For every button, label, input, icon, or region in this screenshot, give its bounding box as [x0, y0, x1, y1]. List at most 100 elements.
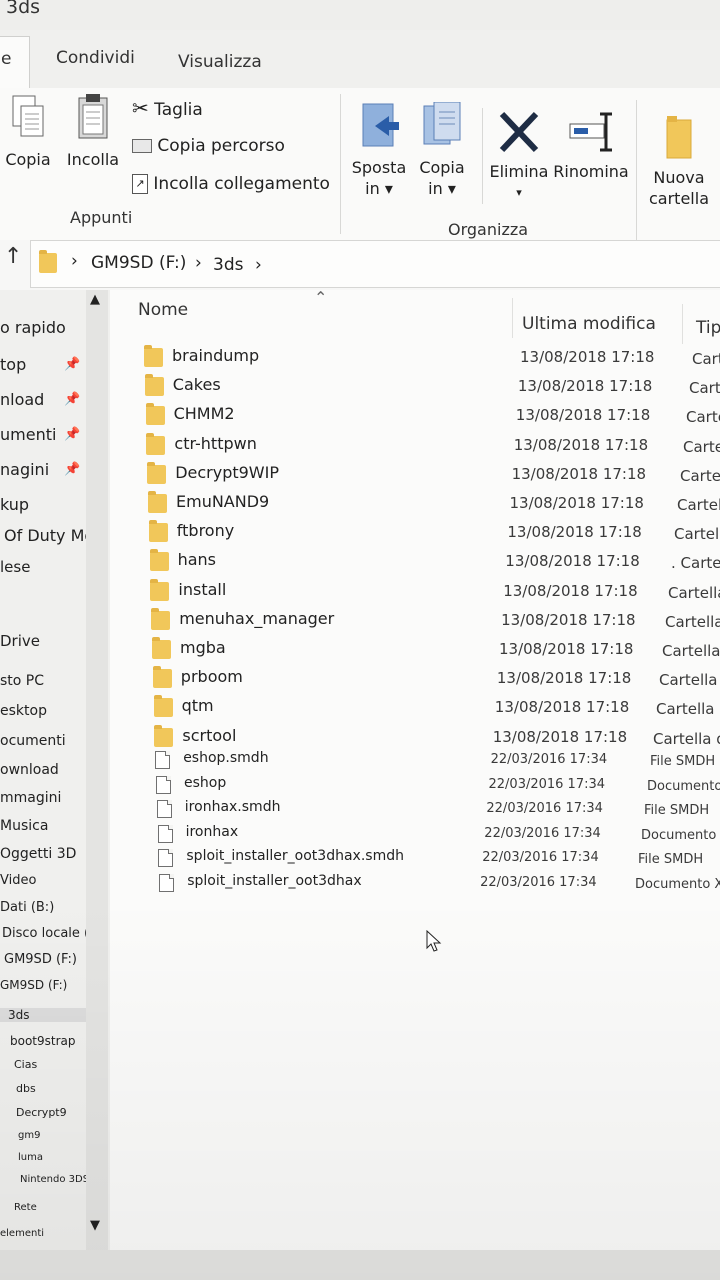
nav-item[interactable]: elementi	[0, 1228, 44, 1239]
nav-item[interactable]: boot9strap	[10, 1034, 76, 1048]
nav-item[interactable]: mmagini	[0, 790, 61, 806]
sort-up-icon: ⌃	[314, 290, 328, 307]
paste-shortcut-button[interactable]: ↗ Incolla collegamento	[132, 174, 330, 194]
file-name: braindump	[172, 346, 260, 365]
chevron-right-icon[interactable]: ›	[195, 253, 202, 273]
nav-item[interactable]: o rapido	[0, 318, 66, 337]
nav-item[interactable]: ownload	[0, 762, 59, 778]
file-date: 13/08/2018 17:18	[494, 698, 630, 717]
nav-item[interactable]: Video	[0, 873, 36, 888]
new-folder-button[interactable]: Nuova cartella	[644, 114, 714, 209]
chevron-up-icon[interactable]: ▲	[90, 292, 100, 307]
table-row[interactable]: eshop 22/03/2016 17:34 Documento	[110, 773, 720, 796]
delete-caret[interactable]: ▾	[486, 182, 552, 203]
nav-item[interactable]: Musica	[0, 818, 48, 834]
file-type: Cartella	[668, 583, 720, 602]
column-separator[interactable]	[682, 304, 683, 344]
chevron-down-icon[interactable]: ▼	[90, 1218, 100, 1233]
breadcrumb-folder[interactable]: 3ds	[213, 255, 243, 275]
column-header-type[interactable]: Tip	[696, 318, 720, 338]
table-row[interactable]: CHMM2 13/08/2018 17:18 Carte	[110, 402, 720, 430]
table-row[interactable]: install 13/08/2018 17:18 Cartella	[110, 578, 720, 606]
nav-item[interactable]: GM9SD (F:)	[0, 978, 67, 992]
nav-item[interactable]: dbs	[16, 1082, 36, 1095]
nav-item[interactable]: umenti	[0, 425, 56, 444]
nav-item[interactable]: Of Duty Mo	[4, 526, 94, 545]
nav-scrollbar[interactable]: ▲ ▼	[86, 290, 108, 1250]
tab-home[interactable]: e	[0, 36, 30, 89]
column-separator[interactable]	[512, 298, 513, 338]
table-row[interactable]: hans 13/08/2018 17:18 . Cartella	[110, 548, 720, 576]
file-type: Cart	[692, 350, 720, 368]
file-type: Cartell	[677, 496, 720, 514]
paste-label: Incolla	[66, 150, 120, 169]
nav-item[interactable]: GM9SD (F:)	[4, 952, 77, 967]
table-row[interactable]: braindump 13/08/2018 17:18 Cart	[110, 344, 720, 372]
table-row[interactable]: EmuNAND9 13/08/2018 17:18 Cartell	[110, 490, 720, 518]
table-row[interactable]: ironhax 22/03/2016 17:34 Documento	[110, 822, 720, 845]
table-row[interactable]: sploit_installer_oot3dhax 22/03/2016 17:3…	[110, 871, 720, 894]
nav-item[interactable]: gm9	[18, 1130, 40, 1141]
nav-item[interactable]: Dati (B:)	[0, 900, 54, 915]
table-row[interactable]: prboom 13/08/2018 17:18 Cartella d	[110, 665, 720, 693]
chevron-right-icon[interactable]: ›	[255, 255, 262, 275]
up-arrow-icon[interactable]: ↑	[4, 244, 22, 269]
table-row[interactable]: mgba 13/08/2018 17:18 Cartella c	[110, 636, 720, 664]
table-row[interactable]: sploit_installer_oot3dhax.smdh 22/03/2016…	[110, 846, 720, 869]
copy-path-label: Copia percorso	[157, 136, 285, 156]
paste-button[interactable]: Incolla	[64, 92, 122, 170]
nav-item[interactable]: esktop	[0, 703, 47, 719]
ribbon-separator	[636, 100, 637, 240]
file-icon	[157, 824, 173, 843]
nav-item[interactable]: ocumenti	[0, 733, 66, 749]
table-row[interactable]: ftbrony 13/08/2018 17:18 Cartella	[110, 519, 720, 547]
move-to-button[interactable]: Sposta in ▾	[348, 102, 410, 199]
nav-item[interactable]: Oggetti 3D	[0, 846, 76, 862]
breadcrumb-drive[interactable]: GM9SD (F:)	[91, 253, 186, 273]
file-type: Cartella di	[653, 729, 720, 748]
nav-item[interactable]: top	[0, 355, 26, 374]
table-row[interactable]: ctr-httpwn 13/08/2018 17:18 Carte	[110, 432, 720, 460]
file-type: Cartella di	[656, 700, 720, 719]
nav-item[interactable]: lese	[0, 558, 30, 576]
nav-item[interactable]: nload	[0, 390, 44, 409]
table-row[interactable]: Cakes 13/08/2018 17:18 Cart	[110, 373, 720, 401]
file-name: scrtool	[182, 725, 237, 745]
file-name: Cakes	[172, 375, 221, 395]
copy-button[interactable]: Copia	[2, 92, 54, 170]
copy-path-button[interactable]: Copia percorso	[132, 136, 285, 156]
table-row[interactable]: menuhax_manager 13/08/2018 17:18 Cartella	[110, 607, 720, 635]
column-header-modified[interactable]: Ultima modifica	[522, 314, 656, 334]
table-row[interactable]: eshop.smdh 22/03/2016 17:34 File SMDH	[110, 748, 720, 771]
table-row[interactable]: ironhax.smdh 22/03/2016 17:34 File SMDH	[110, 797, 720, 820]
table-row[interactable]: qtm 13/08/2018 17:18 Cartella di	[110, 694, 720, 722]
file-date: 13/08/2018 17:18	[509, 494, 644, 512]
nav-item[interactable]: sto PC	[0, 673, 44, 689]
file-name: ironhax.smdh	[184, 799, 281, 816]
nav-item[interactable]: nagini	[0, 460, 49, 479]
cut-button[interactable]: ✂ Taglia	[132, 96, 203, 120]
file-date: 13/08/2018 17:18	[520, 348, 655, 366]
file-icon	[158, 849, 174, 868]
delete-button[interactable]: Elimina ▾	[486, 108, 552, 203]
nav-item[interactable]: 3ds	[0, 1008, 86, 1022]
file-date: 13/08/2018 17:18	[507, 523, 642, 542]
address-field[interactable]: › GM9SD (F:) › 3ds ›	[30, 240, 720, 288]
rename-button[interactable]: Rinomina	[552, 108, 630, 182]
nav-item[interactable]: luma	[18, 1152, 43, 1163]
column-header-name[interactable]: Nome	[138, 300, 188, 320]
nav-item[interactable]: Decrypt9	[16, 1106, 67, 1119]
nav-item[interactable]: Drive	[0, 632, 40, 650]
file-type: Cartella d	[659, 671, 720, 690]
table-row[interactable]: Decrypt9WIP 13/08/2018 17:18 Cartel	[110, 461, 720, 489]
nav-item[interactable]: Nintendo 3DS	[20, 1174, 89, 1185]
nav-item[interactable]: Cias	[14, 1058, 37, 1071]
folder-icon	[154, 724, 174, 747]
chevron-right-icon[interactable]: ›	[71, 251, 78, 271]
copy-to-button[interactable]: Copia in ▾	[414, 101, 470, 199]
copy-icon	[12, 95, 44, 137]
nav-item[interactable]: Rete	[14, 1202, 37, 1213]
tab-share[interactable]: Condividi	[56, 48, 135, 68]
nav-item[interactable]: kup	[0, 495, 29, 514]
tab-view[interactable]: Visualizza	[178, 52, 262, 72]
